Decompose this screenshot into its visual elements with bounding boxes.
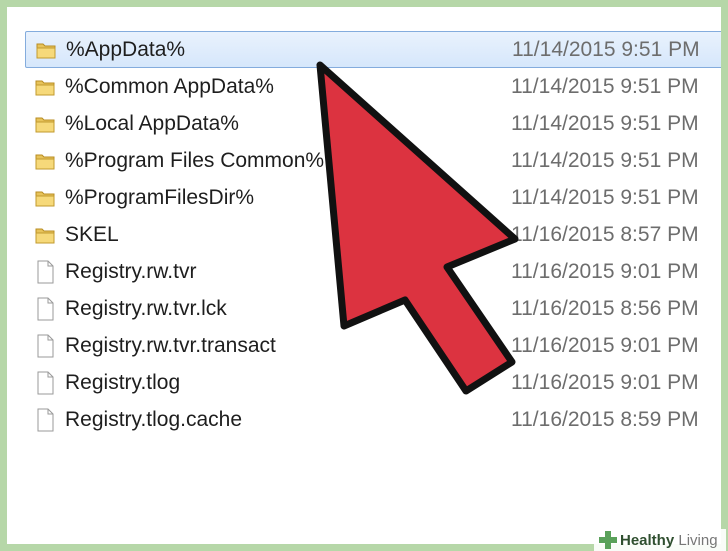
file-name: Registry.tlog.cache bbox=[65, 407, 243, 431]
watermark: Healthy Living bbox=[594, 529, 726, 551]
date-modified: 11/16/2015 9:01 PM bbox=[511, 259, 699, 283]
folder-icon bbox=[25, 179, 65, 216]
file-row[interactable]: Registry.rw.tvr 11/16/2015 9:01 PM bbox=[25, 253, 721, 290]
folder-row[interactable]: SKEL 11/16/2015 8:57 PM bbox=[25, 216, 721, 253]
file-name: %AppData% bbox=[66, 37, 186, 61]
file-row[interactable]: Registry.tlog 11/16/2015 9:01 PM bbox=[25, 364, 721, 401]
date-modified: 11/16/2015 8:56 PM bbox=[511, 296, 699, 320]
file-icon bbox=[25, 364, 65, 401]
file-icon bbox=[25, 401, 65, 438]
folder-icon bbox=[25, 68, 65, 105]
watermark-brand: Healthy bbox=[620, 531, 675, 549]
folder-row[interactable]: %AppData% 11/14/2015 9:51 PM bbox=[25, 31, 721, 68]
date-modified: 11/16/2015 9:01 PM bbox=[511, 333, 699, 357]
file-name: Registry.rw.tvr.lck bbox=[65, 296, 227, 320]
date-modified: 11/16/2015 9:01 PM bbox=[511, 370, 699, 394]
folder-icon bbox=[25, 216, 65, 253]
date-modified: 11/14/2015 9:51 PM bbox=[512, 37, 700, 61]
watermark-text: Healthy Living bbox=[620, 532, 718, 549]
folder-icon bbox=[25, 105, 65, 142]
file-name: Registry.tlog bbox=[65, 370, 181, 394]
file-icon bbox=[25, 253, 65, 290]
date-modified: 11/14/2015 9:51 PM bbox=[511, 74, 699, 98]
folder-row[interactable]: %ProgramFilesDir% 11/14/2015 9:51 PM bbox=[25, 179, 721, 216]
file-name: %Common AppData% bbox=[65, 74, 274, 98]
file-name: Registry.rw.tvr bbox=[65, 259, 197, 283]
folder-row[interactable]: %Program Files Common% 11/14/2015 9:51 PM bbox=[25, 142, 721, 179]
file-icon bbox=[25, 290, 65, 327]
file-name: %Program Files Common% bbox=[65, 148, 325, 172]
file-name: SKEL bbox=[65, 222, 119, 246]
file-icon bbox=[25, 327, 65, 364]
folder-row[interactable]: %Local AppData% 11/14/2015 9:51 PM bbox=[25, 105, 721, 142]
date-modified: 11/14/2015 9:51 PM bbox=[511, 185, 699, 209]
date-modified: 11/16/2015 8:59 PM bbox=[511, 407, 699, 431]
plus-logo-icon bbox=[599, 531, 617, 549]
folder-row[interactable]: %Common AppData% 11/14/2015 9:51 PM bbox=[25, 68, 721, 105]
file-row[interactable]: Registry.tlog.cache 11/16/2015 8:59 PM bbox=[25, 401, 721, 438]
folder-icon bbox=[26, 31, 66, 68]
file-name: %ProgramFilesDir% bbox=[65, 185, 255, 209]
file-row[interactable]: Registry.rw.tvr.lck 11/16/2015 8:56 PM bbox=[25, 290, 721, 327]
date-modified: 11/14/2015 9:51 PM bbox=[511, 148, 699, 172]
date-modified: 11/14/2015 9:51 PM bbox=[511, 111, 699, 135]
file-row[interactable]: Registry.rw.tvr.transact 11/16/2015 9:01 … bbox=[25, 327, 721, 364]
file-list-window: %AppData% 11/14/2015 9:51 PM %Common AppDa… bbox=[7, 7, 721, 544]
watermark-suffix: Living bbox=[678, 531, 718, 549]
file-name: Registry.rw.tvr.transact bbox=[65, 333, 276, 357]
date-modified: 11/16/2015 8:57 PM bbox=[511, 222, 699, 246]
file-name: %Local AppData% bbox=[65, 111, 239, 135]
folder-icon bbox=[25, 142, 65, 179]
